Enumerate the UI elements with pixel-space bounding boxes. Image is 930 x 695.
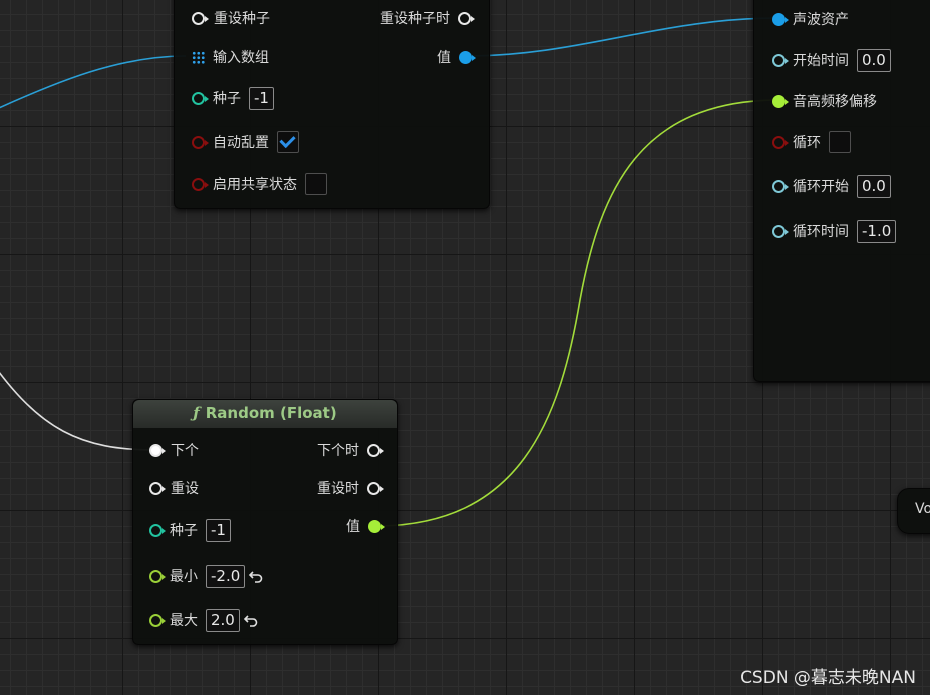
- loop-pin-icon[interactable]: [772, 135, 789, 149]
- loop-start-pin-icon[interactable]: [772, 179, 789, 193]
- random-seed-label: 种子: [170, 523, 198, 539]
- array-grid-pin-icon[interactable]: [192, 50, 205, 64]
- start-time-label: 开始时间: [793, 53, 849, 69]
- loop-duration-label: 循环时间: [793, 224, 849, 240]
- pitch-shift-pin-icon[interactable]: [772, 94, 789, 108]
- reset-seed-pin-row[interactable]: 重设种子: [192, 6, 270, 30]
- auto-shuffle-pin-row[interactable]: 自动乱置: [192, 130, 299, 154]
- reset-seed-label: 重设种子: [214, 11, 270, 27]
- on-next-label: 下个时: [317, 443, 359, 459]
- value-output-label: 值: [437, 50, 451, 66]
- loop-start-value-field[interactable]: 0.0: [857, 174, 891, 198]
- pitch-shift-label: 音高频移偏移: [793, 94, 877, 110]
- partial-variable-node[interactable]: Vo: [897, 488, 930, 534]
- wave-player-node[interactable]: 声波资产 开始时间 0.0 音高频移偏移 循环 循环开始 0.0 循环时间 -1…: [753, 0, 930, 382]
- on-reset-seed-exec-pin-icon[interactable]: [458, 11, 475, 25]
- max-pin-row[interactable]: 最大 2.0: [149, 608, 259, 632]
- on-reset-seed-label: 重设种子时: [380, 11, 450, 27]
- shared-state-label: 启用共享状态: [213, 177, 297, 193]
- start-time-pin-icon[interactable]: [772, 53, 789, 67]
- reset-seed-exec-pin-icon[interactable]: [192, 11, 209, 25]
- next-exec-pin-icon[interactable]: [149, 443, 166, 457]
- loop-start-label: 循环开始: [793, 179, 849, 195]
- input-array-pin-row[interactable]: 输入数组: [192, 45, 269, 69]
- shared-state-checkbox[interactable]: [305, 173, 327, 195]
- start-time-pin-row[interactable]: 开始时间 0.0: [772, 48, 891, 72]
- loop-pin-row[interactable]: 循环: [772, 130, 851, 154]
- input-array-label: 输入数组: [213, 50, 269, 66]
- loop-checkbox[interactable]: [829, 131, 851, 153]
- seed-pin-icon[interactable]: [192, 91, 209, 105]
- max-label: 最大: [170, 613, 198, 629]
- reset-exec-pin-icon[interactable]: [149, 481, 166, 495]
- wire-input-array: [0, 55, 187, 109]
- reset-to-default-icon[interactable]: [243, 612, 259, 628]
- random-float-node-header[interactable]: ƒ Random (Float): [133, 400, 397, 428]
- random-float-node-title: Random (Float): [205, 404, 337, 422]
- value-output-pin-row[interactable]: 值: [437, 45, 476, 69]
- on-reset-label: 重设时: [317, 481, 359, 497]
- random-seed-value-field[interactable]: -1: [206, 518, 231, 542]
- random-value-pin-row[interactable]: 值: [346, 514, 385, 538]
- reset-pin-row[interactable]: 重设: [149, 476, 199, 500]
- min-pin-row[interactable]: 最小 -2.0: [149, 564, 264, 588]
- shuffle-array-node[interactable]: 重设种子 重设种子时 输入数组 值 种子 -1 自动乱置 启用共享状态: [174, 0, 490, 209]
- wire-value-to-wave-asset: [465, 17, 780, 57]
- wave-asset-label: 声波资产: [793, 12, 849, 28]
- auto-shuffle-pin-icon[interactable]: [192, 135, 209, 149]
- shared-state-pin-row[interactable]: 启用共享状态: [192, 172, 327, 196]
- watermark: CSDN @暮志未晚NAN: [740, 668, 916, 688]
- next-pin-row[interactable]: 下个: [149, 438, 199, 462]
- value-output-pin-icon[interactable]: [459, 50, 476, 64]
- on-next-pin-row[interactable]: 下个时: [317, 438, 384, 462]
- wave-asset-pin-icon[interactable]: [772, 12, 789, 26]
- on-reset-pin-row[interactable]: 重设时: [317, 476, 384, 500]
- min-pin-icon[interactable]: [149, 569, 166, 583]
- min-value-field[interactable]: -2.0: [206, 564, 246, 588]
- pitch-shift-pin-row[interactable]: 音高频移偏移: [772, 89, 877, 113]
- loop-duration-value-field[interactable]: -1.0: [857, 219, 897, 243]
- seed-pin-row[interactable]: 种子 -1: [192, 86, 274, 110]
- partial-variable-label: Vo: [915, 501, 930, 517]
- random-value-pin-icon[interactable]: [368, 519, 385, 533]
- next-label: 下个: [171, 443, 199, 459]
- loop-duration-pin-row[interactable]: 循环时间 -1.0: [772, 219, 897, 243]
- auto-shuffle-checkbox[interactable]: [277, 131, 299, 153]
- random-float-node[interactable]: ƒ Random (Float) 下个 下个时 重设 重设时 种子 -1 值 最小…: [132, 399, 398, 645]
- function-icon: ƒ: [193, 404, 200, 422]
- random-seed-pin-row[interactable]: 种子 -1: [149, 518, 231, 542]
- on-reset-exec-pin-icon[interactable]: [367, 481, 384, 495]
- shared-state-pin-icon[interactable]: [192, 177, 209, 191]
- seed-value-field[interactable]: -1: [249, 86, 274, 110]
- reset-label: 重设: [171, 481, 199, 497]
- on-reset-seed-pin-row[interactable]: 重设种子时: [380, 6, 475, 30]
- random-value-label: 值: [346, 519, 360, 535]
- seed-label: 种子: [213, 91, 241, 107]
- min-label: 最小: [170, 569, 198, 585]
- loop-start-pin-row[interactable]: 循环开始 0.0: [772, 174, 891, 198]
- on-next-exec-pin-icon[interactable]: [367, 443, 384, 457]
- max-pin-icon[interactable]: [149, 613, 166, 627]
- start-time-value-field[interactable]: 0.0: [857, 48, 891, 72]
- wave-asset-pin-row[interactable]: 声波资产: [772, 7, 849, 31]
- loop-label: 循环: [793, 135, 821, 151]
- auto-shuffle-label: 自动乱置: [213, 135, 269, 151]
- random-seed-pin-icon[interactable]: [149, 523, 166, 537]
- reset-to-default-icon[interactable]: [248, 568, 264, 584]
- loop-duration-pin-icon[interactable]: [772, 224, 789, 238]
- max-value-field[interactable]: 2.0: [206, 608, 240, 632]
